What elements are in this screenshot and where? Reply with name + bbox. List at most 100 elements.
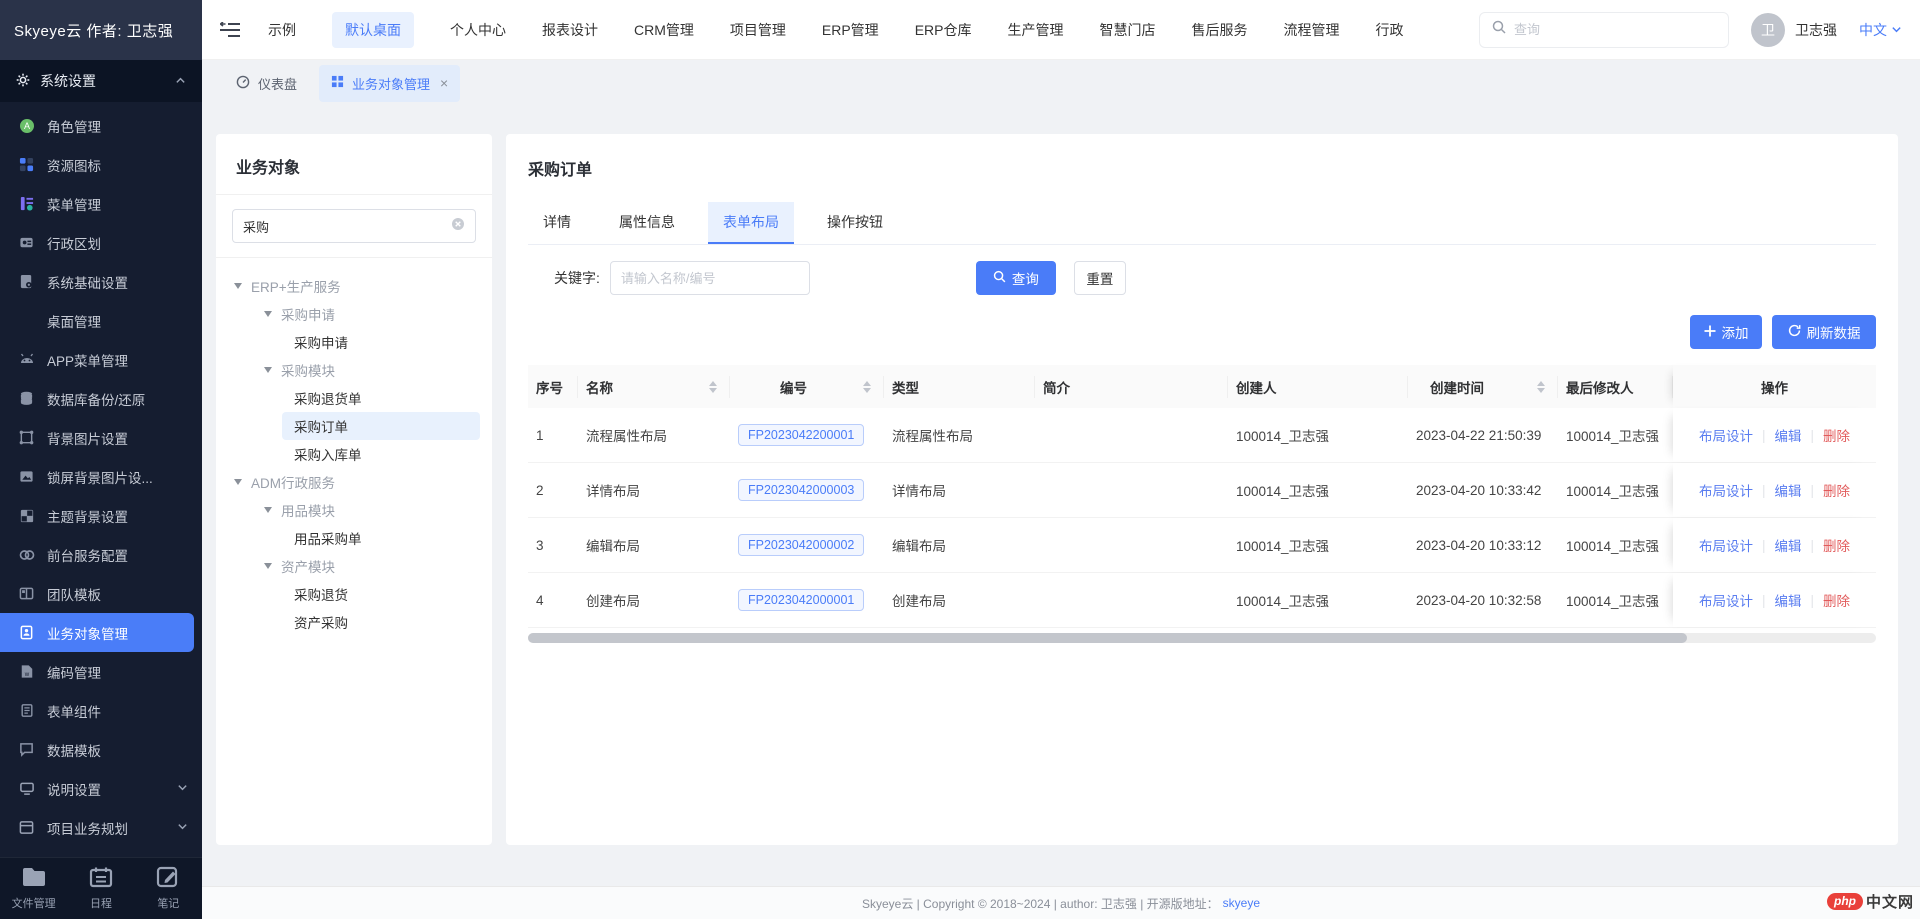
object-tree: ERP+生产服务 采购申请 采购申请 采购模块 采购退货单 采购订单 采购入库单… (216, 258, 492, 650)
edit-link[interactable]: 编辑 (1775, 480, 1802, 500)
sidebar-item-theme-background[interactable]: 主题背景设置 (0, 496, 202, 535)
tree-node-selected[interactable]: 采购订单 (282, 412, 480, 440)
add-button[interactable]: 添加 (1690, 315, 1762, 349)
sidebar-item-resource-icons[interactable]: 资源图标 (0, 145, 202, 184)
sidebar-item-app-menu[interactable]: APP菜单管理 (0, 340, 202, 379)
sidebar-item-team-template[interactable]: 团队模板 (0, 574, 202, 613)
sidebar-item-role-manage[interactable]: A 角色管理 (0, 106, 202, 145)
caret-down-icon[interactable] (264, 507, 272, 513)
tab-action-buttons[interactable]: 操作按钮 (812, 202, 898, 244)
nav-item[interactable]: 智慧门店 (1099, 20, 1155, 40)
sort-icon[interactable] (1537, 377, 1545, 397)
sidebar-item-lockscreen-image[interactable]: 锁屏背景图片设... (0, 457, 202, 496)
nav-item[interactable]: ERP管理 (822, 20, 879, 40)
layout-design-link[interactable]: 布局设计 (1699, 535, 1753, 555)
tree-node[interactable]: ADM行政服务 (216, 468, 492, 496)
sidebar-item-system-config[interactable]: 系统基础设置 (0, 262, 202, 301)
keyword-input[interactable] (610, 261, 810, 295)
layout-design-link[interactable]: 布局设计 (1699, 480, 1753, 500)
sidebar-item-business-object[interactable]: 业务对象管理 (0, 613, 194, 652)
sidebar-item-region[interactable]: 行政区划 (0, 223, 202, 262)
sidebar-item-background-image[interactable]: 背景图片设置 (0, 418, 202, 457)
caret-down-icon[interactable] (234, 479, 242, 485)
tree-node[interactable]: 资产模块 (216, 552, 492, 580)
sidebar-item-frontend-service[interactable]: 前台服务配置 (0, 535, 202, 574)
nav-item[interactable]: 流程管理 (1283, 20, 1339, 40)
nav-item-active[interactable]: 默认桌面 (332, 12, 414, 48)
caret-down-icon[interactable] (234, 283, 242, 289)
caret-down-icon[interactable] (264, 367, 272, 373)
layout-design-link[interactable]: 布局设计 (1699, 425, 1753, 445)
tree-node[interactable]: 采购申请 (216, 300, 492, 328)
edit-link[interactable]: 编辑 (1775, 535, 1802, 555)
sidebar-group-description-settings[interactable]: 说明设置 (0, 769, 202, 808)
delete-link[interactable]: 删除 (1823, 535, 1850, 555)
page-tab-business-object[interactable]: 业务对象管理 × (319, 65, 460, 102)
sidebar-item-data-template[interactable]: 数据模板 (0, 730, 202, 769)
sidebar-group-project-planning[interactable]: 项目业务规划 (0, 808, 202, 847)
sidebar-collapse-icon[interactable] (218, 18, 242, 42)
page-tab-dashboard[interactable]: 仪表盘 (224, 65, 309, 102)
scrollbar-thumb[interactable] (528, 633, 1687, 643)
sidebar-item-db-backup[interactable]: 数据库备份/还原 (0, 379, 202, 418)
nav-item[interactable]: 示例 (268, 20, 296, 40)
skyeye-link[interactable]: skyeye (1223, 896, 1260, 910)
clear-icon[interactable] (451, 217, 465, 236)
refresh-button[interactable]: 刷新数据 (1772, 315, 1876, 349)
nav-item[interactable]: ERP仓库 (915, 20, 972, 40)
tab-form-layout[interactable]: 表单布局 (708, 202, 794, 244)
nav-item[interactable]: CRM管理 (634, 20, 694, 40)
sidebar-item-encoding-manage[interactable]: w 编码管理 (0, 652, 202, 691)
detail-tabs: 详情 属性信息 表单布局 操作按钮 (528, 202, 1876, 245)
tree-search (232, 209, 476, 243)
delete-link[interactable]: 删除 (1823, 590, 1850, 610)
sidebar-item-label: 主题背景设置 (47, 506, 128, 526)
tree-node[interactable]: 资产采购 (282, 608, 480, 636)
sidebar-item-form-component[interactable]: 表单组件 (0, 691, 202, 730)
edit-link[interactable]: 编辑 (1775, 590, 1802, 610)
code-badge[interactable]: FP2023042000003 (738, 479, 864, 501)
sidebar-group-system-settings[interactable]: 系统设置 (0, 60, 202, 102)
dock-item-notes[interactable]: 笔记 (138, 866, 198, 911)
delete-link[interactable]: 删除 (1823, 425, 1850, 445)
close-icon[interactable]: × (440, 75, 448, 91)
code-badge[interactable]: FP2023042000001 (738, 589, 864, 611)
nav-item[interactable]: 售后服务 (1191, 20, 1247, 40)
tree-node[interactable]: 采购退货单 (282, 384, 480, 412)
nav-item[interactable]: 项目管理 (730, 20, 786, 40)
sidebar-item-menu-manage[interactable]: 菜单管理 (0, 184, 202, 223)
tree-node[interactable]: ERP+生产服务 (216, 272, 492, 300)
reset-button[interactable]: 重置 (1074, 261, 1126, 295)
nav-item[interactable]: 报表设计 (542, 20, 598, 40)
sort-icon[interactable] (709, 377, 717, 397)
nav-item[interactable]: 生产管理 (1007, 20, 1063, 40)
query-button[interactable]: 查询 (976, 261, 1056, 295)
tab-attribute-info[interactable]: 属性信息 (604, 202, 690, 244)
dock-item-file-manage[interactable]: 文件管理 (4, 866, 64, 911)
code-badge[interactable]: FP2023042200001 (738, 424, 864, 446)
sidebar-item-desktop-manage[interactable]: 桌面管理 (0, 301, 202, 340)
edit-link[interactable]: 编辑 (1775, 425, 1802, 445)
tree-node[interactable]: 采购入库单 (282, 440, 480, 468)
tree-node[interactable]: 采购退货 (282, 580, 480, 608)
global-search-input[interactable] (1514, 22, 1716, 37)
caret-down-icon[interactable] (264, 563, 272, 569)
user-name[interactable]: 卫志强 (1795, 20, 1837, 40)
layout-design-link[interactable]: 布局设计 (1699, 590, 1753, 610)
user-avatar[interactable]: 卫 (1751, 13, 1785, 47)
sort-icon[interactable] (863, 377, 871, 397)
delete-link[interactable]: 删除 (1823, 480, 1850, 500)
dock-item-schedule[interactable]: 日程 (71, 866, 131, 911)
language-switch[interactable]: 中文 (1859, 20, 1902, 40)
tab-detail[interactable]: 详情 (528, 202, 586, 244)
dock-item-label: 日程 (90, 895, 112, 911)
tree-node[interactable]: 采购模块 (216, 356, 492, 384)
nav-item[interactable]: 个人中心 (450, 20, 506, 40)
caret-down-icon[interactable] (264, 311, 272, 317)
tree-search-input[interactable] (243, 219, 443, 234)
tree-node[interactable]: 用品模块 (216, 496, 492, 524)
tree-node[interactable]: 用品采购单 (282, 524, 480, 552)
nav-item[interactable]: 行政 (1375, 20, 1403, 40)
code-badge[interactable]: FP2023042000002 (738, 534, 864, 556)
tree-node[interactable]: 采购申请 (282, 328, 480, 356)
